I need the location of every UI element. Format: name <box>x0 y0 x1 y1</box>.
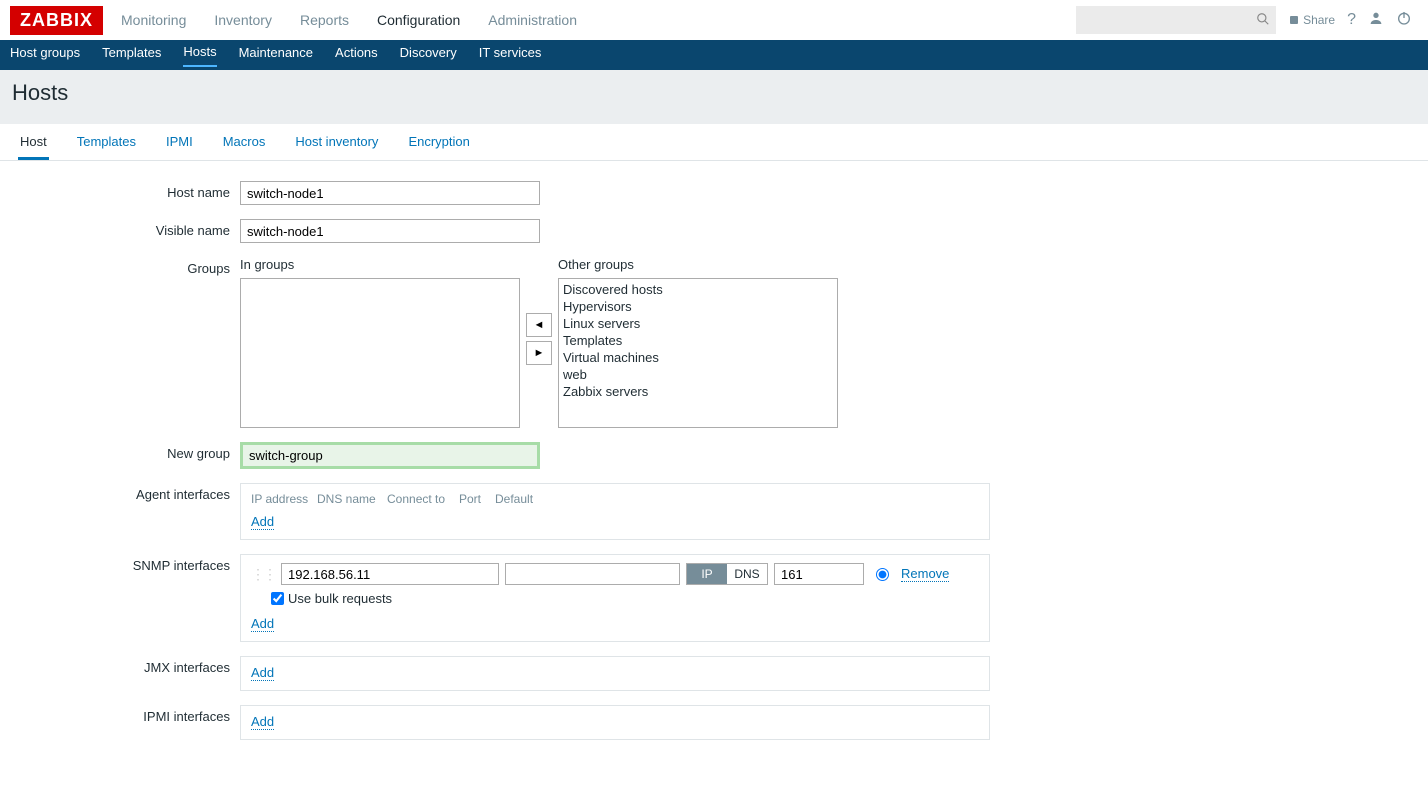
other-groups-listbox[interactable]: Discovered hostsHypervisorsLinux servers… <box>558 278 838 428</box>
topnav-monitoring[interactable]: Monitoring <box>121 12 186 28</box>
subnav-host-groups[interactable]: Host groups <box>10 45 80 66</box>
subnav-discovery[interactable]: Discovery <box>400 45 457 66</box>
agent-iface-header: IP address DNS name Connect to Port Defa… <box>251 492 979 506</box>
logo[interactable]: ZABBIX <box>10 6 103 35</box>
agent-add-link[interactable]: Add <box>251 514 274 530</box>
subnav-it-services[interactable]: IT services <box>479 45 542 66</box>
move-left-button[interactable]: ◄ <box>526 313 552 337</box>
snmp-interfaces-label: SNMP interfaces <box>10 554 240 573</box>
jmx-add-link[interactable]: Add <box>251 665 274 681</box>
topnav-administration[interactable]: Administration <box>488 12 577 28</box>
share-label: Share <box>1303 13 1335 27</box>
snmp-dns-input[interactable] <box>505 563 680 585</box>
jmx-interfaces-label: JMX interfaces <box>10 656 240 675</box>
connect-ip-button[interactable]: IP <box>687 564 727 584</box>
bulk-requests-label: Use bulk requests <box>288 591 392 606</box>
subnav-maintenance[interactable]: Maintenance <box>239 45 313 66</box>
drag-handle-icon[interactable]: ⋮⋮ <box>251 566 275 583</box>
list-item[interactable]: Templates <box>563 332 833 349</box>
tab-encryption[interactable]: Encryption <box>406 124 471 160</box>
list-item[interactable]: web <box>563 366 833 383</box>
subnav-templates[interactable]: Templates <box>102 45 161 66</box>
search-icon[interactable] <box>1256 12 1270 29</box>
tab-ipmi[interactable]: IPMI <box>164 124 195 160</box>
groups-label: Groups <box>10 257 240 276</box>
in-groups-label: In groups <box>240 257 520 272</box>
host-name-label: Host name <box>10 181 240 200</box>
bulk-requests-checkbox[interactable] <box>271 592 284 605</box>
top-nav: Monitoring Inventory Reports Configuration A… <box>121 12 1076 28</box>
snmp-add-link[interactable]: Add <box>251 616 274 632</box>
move-right-button[interactable]: ► <box>526 341 552 365</box>
new-group-input[interactable] <box>240 442 540 469</box>
tab-macros[interactable]: Macros <box>221 124 268 160</box>
list-item[interactable]: Zabbix servers <box>563 383 833 400</box>
connect-dns-button[interactable]: DNS <box>727 564 767 584</box>
list-item[interactable]: Linux servers <box>563 315 833 332</box>
topnav-reports[interactable]: Reports <box>300 12 349 28</box>
list-item[interactable]: Virtual machines <box>563 349 833 366</box>
list-item[interactable]: Discovered hosts <box>563 281 833 298</box>
ipmi-interfaces-label: IPMI interfaces <box>10 705 240 724</box>
logout-icon[interactable] <box>1396 10 1412 31</box>
topnav-configuration[interactable]: Configuration <box>377 12 460 28</box>
list-item[interactable]: Hypervisors <box>563 298 833 315</box>
search-input[interactable] <box>1076 6 1276 34</box>
connect-to-toggle[interactable]: IP DNS <box>686 563 768 585</box>
user-icon[interactable] <box>1368 10 1384 31</box>
page-title: Hosts <box>12 80 1416 106</box>
other-groups-label: Other groups <box>558 257 838 272</box>
visible-name-input[interactable] <box>240 219 540 243</box>
ipmi-add-link[interactable]: Add <box>251 714 274 730</box>
host-name-input[interactable] <box>240 181 540 205</box>
agent-interfaces-label: Agent interfaces <box>10 483 240 502</box>
tab-host-inventory[interactable]: Host inventory <box>293 124 380 160</box>
snmp-port-input[interactable] <box>774 563 864 585</box>
tab-host[interactable]: Host <box>18 124 49 160</box>
subnav-actions[interactable]: Actions <box>335 45 378 66</box>
help-icon[interactable]: ? <box>1347 11 1356 29</box>
subnav-hosts[interactable]: Hosts <box>183 44 216 67</box>
share-button[interactable]: Share <box>1288 13 1335 27</box>
visible-name-label: Visible name <box>10 219 240 238</box>
new-group-label: New group <box>10 442 240 461</box>
topnav-inventory[interactable]: Inventory <box>214 12 272 28</box>
snmp-ip-input[interactable] <box>281 563 499 585</box>
sub-nav: Host groups Templates Hosts Maintenance Acti… <box>0 40 1428 70</box>
snmp-remove-link[interactable]: Remove <box>901 566 949 582</box>
snmp-default-radio[interactable] <box>876 568 889 581</box>
tabs: Host Templates IPMI Macros Host inventory Enc… <box>0 124 1428 161</box>
in-groups-listbox[interactable] <box>240 278 520 428</box>
tab-templates[interactable]: Templates <box>75 124 138 160</box>
